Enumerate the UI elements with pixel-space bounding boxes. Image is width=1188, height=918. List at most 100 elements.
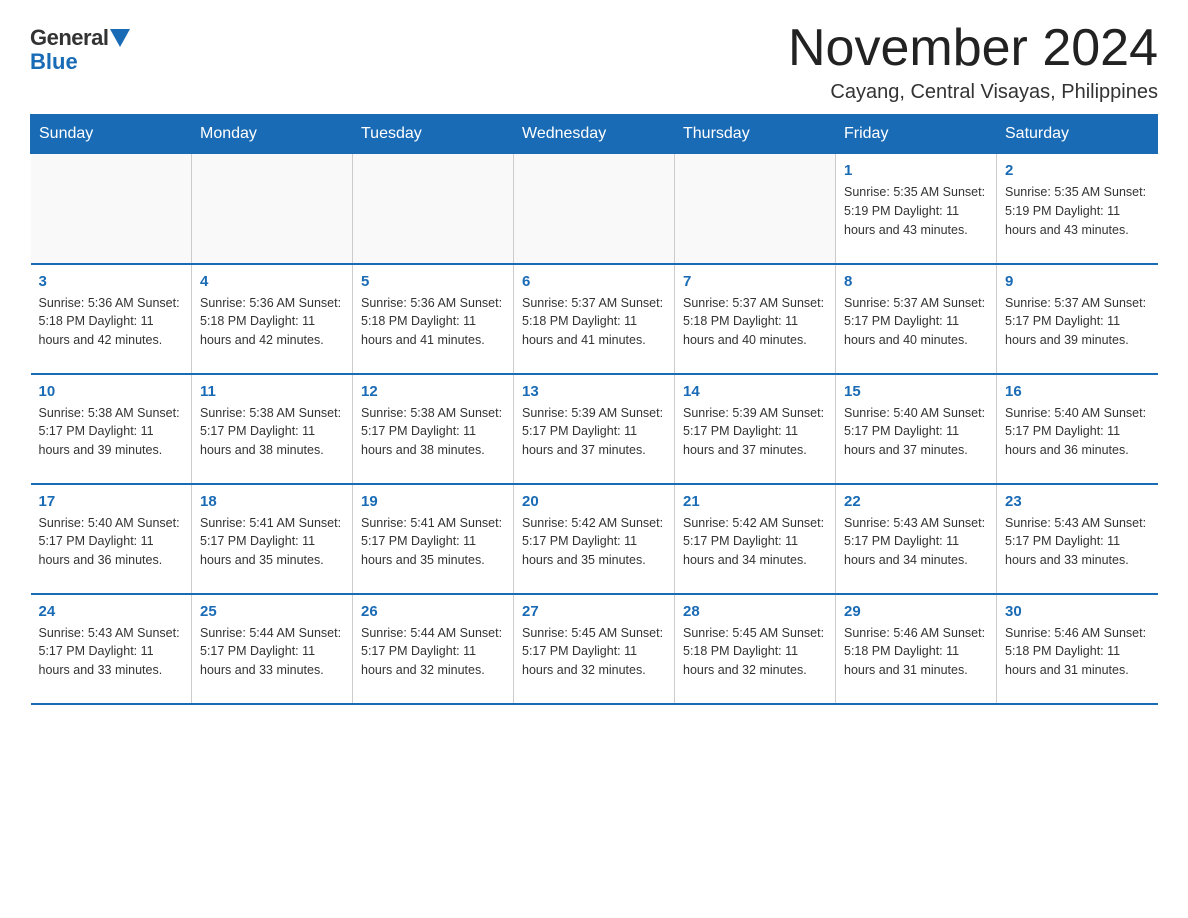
day-number: 21 <box>683 493 827 510</box>
day-info: Sunrise: 5:37 AM Sunset: 5:18 PM Dayligh… <box>683 294 827 350</box>
day-number: 15 <box>844 383 988 400</box>
day-info: Sunrise: 5:43 AM Sunset: 5:17 PM Dayligh… <box>844 514 988 570</box>
calendar-week-row: 3 Sunrise: 5:36 AM Sunset: 5:18 PM Daylig… <box>31 264 1158 374</box>
day-number: 26 <box>361 603 505 620</box>
day-info: Sunrise: 5:40 AM Sunset: 5:17 PM Dayligh… <box>1005 404 1150 460</box>
calendar-title: November 2024 <box>788 20 1158 77</box>
logo-general-text: General <box>30 25 108 51</box>
day-info: Sunrise: 5:45 AM Sunset: 5:17 PM Dayligh… <box>522 624 666 680</box>
day-number: 12 <box>361 383 505 400</box>
day-info: Sunrise: 5:39 AM Sunset: 5:17 PM Dayligh… <box>683 404 827 460</box>
day-info: Sunrise: 5:36 AM Sunset: 5:18 PM Dayligh… <box>361 294 505 350</box>
day-info: Sunrise: 5:40 AM Sunset: 5:17 PM Dayligh… <box>39 514 184 570</box>
calendar-cell: 10Sunrise: 5:38 AM Sunset: 5:17 PM Dayli… <box>31 374 192 484</box>
day-info: Sunrise: 5:43 AM Sunset: 5:17 PM Dayligh… <box>1005 514 1150 570</box>
day-number: 22 <box>844 493 988 510</box>
day-number: 28 <box>683 603 827 620</box>
day-info: Sunrise: 5:41 AM Sunset: 5:17 PM Dayligh… <box>361 514 505 570</box>
header-monday: Monday <box>192 115 353 154</box>
logo-triangle-icon <box>110 29 130 47</box>
page-header: General Blue November 2024 Cayang, Centr… <box>30 20 1158 104</box>
day-info: Sunrise: 5:36 AM Sunset: 5:18 PM Dayligh… <box>200 294 344 350</box>
calendar-cell: 28 Sunrise: 5:45 AM Sunset: 5:18 PM Dayli… <box>675 594 836 704</box>
calendar-cell: 27 Sunrise: 5:45 AM Sunset: 5:17 PM Dayli… <box>514 594 675 704</box>
header-friday: Friday <box>836 115 997 154</box>
day-number: 23 <box>1005 493 1150 510</box>
calendar-cell: 29Sunrise: 5:46 AM Sunset: 5:18 PM Dayli… <box>836 594 997 704</box>
calendar-cell: 14 Sunrise: 5:39 AM Sunset: 5:17 PM Dayli… <box>675 374 836 484</box>
day-number: 3 <box>39 273 184 290</box>
day-info: Sunrise: 5:39 AM Sunset: 5:17 PM Dayligh… <box>522 404 666 460</box>
calendar-cell <box>675 154 836 264</box>
day-info: Sunrise: 5:40 AM Sunset: 5:17 PM Dayligh… <box>844 404 988 460</box>
day-number: 1 <box>844 162 988 179</box>
calendar-week-row: 1 Sunrise: 5:35 AM Sunset: 5:19 PM Daylig… <box>31 154 1158 264</box>
calendar-body: 1 Sunrise: 5:35 AM Sunset: 5:19 PM Daylig… <box>31 154 1158 704</box>
day-info: Sunrise: 5:41 AM Sunset: 5:17 PM Dayligh… <box>200 514 344 570</box>
weekday-header-row: Sunday Monday Tuesday Wednesday Thursday… <box>31 115 1158 154</box>
day-number: 30 <box>1005 603 1150 620</box>
day-info: Sunrise: 5:38 AM Sunset: 5:17 PM Dayligh… <box>200 404 344 460</box>
calendar-cell: 11Sunrise: 5:38 AM Sunset: 5:17 PM Dayli… <box>192 374 353 484</box>
day-number: 27 <box>522 603 666 620</box>
header-saturday: Saturday <box>997 115 1158 154</box>
calendar-header: Sunday Monday Tuesday Wednesday Thursday… <box>31 115 1158 154</box>
day-info: Sunrise: 5:44 AM Sunset: 5:17 PM Dayligh… <box>200 624 344 680</box>
calendar-cell <box>514 154 675 264</box>
calendar-table: Sunday Monday Tuesday Wednesday Thursday… <box>30 114 1158 705</box>
day-number: 2 <box>1005 162 1150 179</box>
calendar-cell: 9 Sunrise: 5:37 AM Sunset: 5:17 PM Daylig… <box>997 264 1158 374</box>
calendar-cell <box>353 154 514 264</box>
header-tuesday: Tuesday <box>353 115 514 154</box>
day-number: 24 <box>39 603 184 620</box>
day-number: 25 <box>200 603 344 620</box>
day-info: Sunrise: 5:35 AM Sunset: 5:19 PM Dayligh… <box>1005 183 1150 239</box>
day-number: 14 <box>683 383 827 400</box>
header-wednesday: Wednesday <box>514 115 675 154</box>
calendar-week-row: 17 Sunrise: 5:40 AM Sunset: 5:17 PM Dayli… <box>31 484 1158 594</box>
day-number: 17 <box>39 493 184 510</box>
day-number: 9 <box>1005 273 1150 290</box>
day-info: Sunrise: 5:46 AM Sunset: 5:18 PM Dayligh… <box>1005 624 1150 680</box>
day-number: 6 <box>522 273 666 290</box>
day-number: 5 <box>361 273 505 290</box>
day-info: Sunrise: 5:37 AM Sunset: 5:17 PM Dayligh… <box>844 294 988 350</box>
calendar-cell: 4 Sunrise: 5:36 AM Sunset: 5:18 PM Daylig… <box>192 264 353 374</box>
day-number: 4 <box>200 273 344 290</box>
calendar-cell: 13 Sunrise: 5:39 AM Sunset: 5:17 PM Dayli… <box>514 374 675 484</box>
day-number: 16 <box>1005 383 1150 400</box>
calendar-cell: 30 Sunrise: 5:46 AM Sunset: 5:18 PM Dayli… <box>997 594 1158 704</box>
calendar-cell: 1Sunrise: 5:35 AM Sunset: 5:19 PM Daylig… <box>836 154 997 264</box>
calendar-cell: 12Sunrise: 5:38 AM Sunset: 5:17 PM Dayli… <box>353 374 514 484</box>
calendar-subtitle: Cayang, Central Visayas, Philippines <box>788 81 1158 104</box>
day-info: Sunrise: 5:37 AM Sunset: 5:17 PM Dayligh… <box>1005 294 1150 350</box>
calendar-cell: 23 Sunrise: 5:43 AM Sunset: 5:17 PM Dayli… <box>997 484 1158 594</box>
day-number: 10 <box>39 383 184 400</box>
calendar-cell: 24 Sunrise: 5:43 AM Sunset: 5:17 PM Dayli… <box>31 594 192 704</box>
day-info: Sunrise: 5:42 AM Sunset: 5:17 PM Dayligh… <box>683 514 827 570</box>
day-info: Sunrise: 5:37 AM Sunset: 5:18 PM Dayligh… <box>522 294 666 350</box>
day-number: 7 <box>683 273 827 290</box>
calendar-cell <box>31 154 192 264</box>
day-info: Sunrise: 5:43 AM Sunset: 5:17 PM Dayligh… <box>39 624 184 680</box>
day-number: 18 <box>200 493 344 510</box>
calendar-cell: 3Sunrise: 5:36 AM Sunset: 5:18 PM Daylig… <box>31 264 192 374</box>
logo: General Blue <box>30 20 130 73</box>
header-sunday: Sunday <box>31 115 192 154</box>
day-info: Sunrise: 5:42 AM Sunset: 5:17 PM Dayligh… <box>522 514 666 570</box>
day-info: Sunrise: 5:45 AM Sunset: 5:18 PM Dayligh… <box>683 624 827 680</box>
calendar-cell: 2 Sunrise: 5:35 AM Sunset: 5:19 PM Daylig… <box>997 154 1158 264</box>
day-number: 8 <box>844 273 988 290</box>
day-number: 13 <box>522 383 666 400</box>
calendar-cell: 5 Sunrise: 5:36 AM Sunset: 5:18 PM Daylig… <box>353 264 514 374</box>
calendar-week-row: 10 Sunrise: 5:38 AM Sunset: 5:17 PM Dayli… <box>31 374 1158 484</box>
calendar-cell: 18 Sunrise: 5:41 AM Sunset: 5:17 PM Dayli… <box>192 484 353 594</box>
calendar-cell: 25 Sunrise: 5:44 AM Sunset: 5:17 PM Dayli… <box>192 594 353 704</box>
calendar-cell: 17 Sunrise: 5:40 AM Sunset: 5:17 PM Dayli… <box>31 484 192 594</box>
calendar-cell <box>192 154 353 264</box>
calendar-cell: 19Sunrise: 5:41 AM Sunset: 5:17 PM Dayli… <box>353 484 514 594</box>
header-thursday: Thursday <box>675 115 836 154</box>
day-number: 20 <box>522 493 666 510</box>
calendar-cell: 22 Sunrise: 5:43 AM Sunset: 5:17 PM Dayli… <box>836 484 997 594</box>
calendar-cell: 21 Sunrise: 5:42 AM Sunset: 5:17 PM Dayli… <box>675 484 836 594</box>
